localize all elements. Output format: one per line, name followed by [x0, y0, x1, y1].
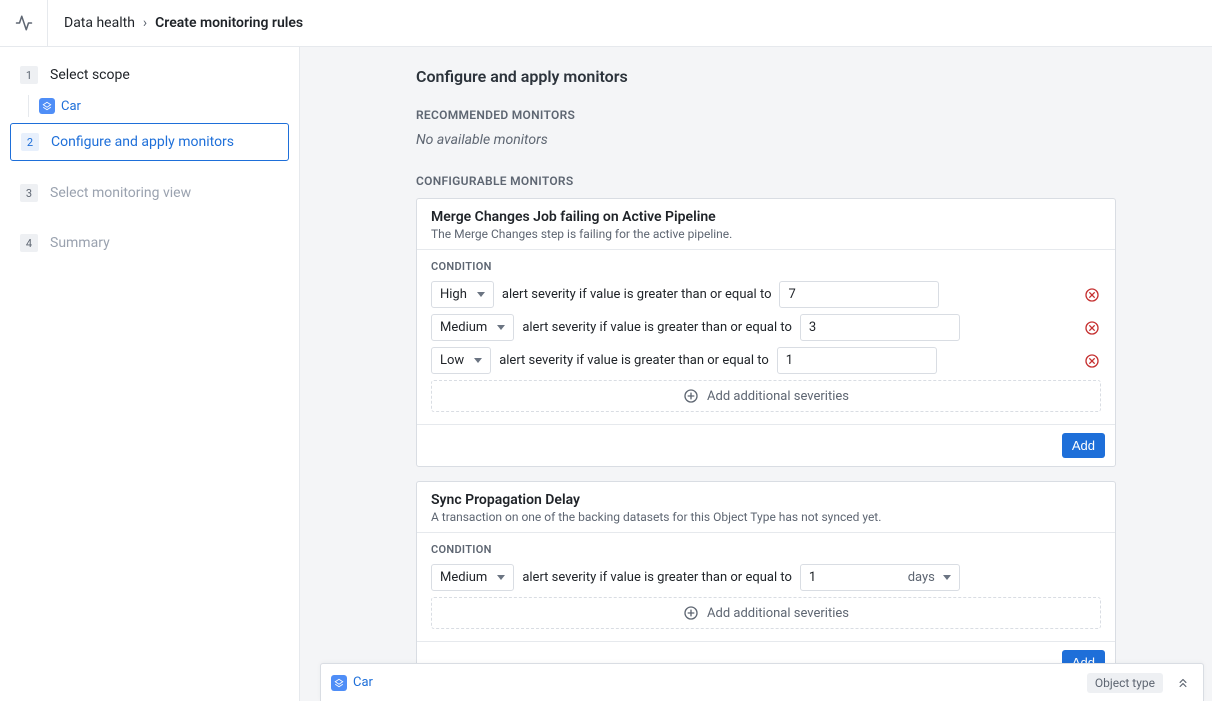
threshold-input[interactable]: 7	[779, 281, 939, 308]
monitor-card: Merge Changes Job failing on Active Pipe…	[416, 198, 1116, 467]
condition-label: CONDITION	[431, 543, 1101, 556]
unit-select[interactable]: days	[908, 570, 951, 585]
selection-type-badge: Object type	[1087, 673, 1163, 693]
monitor-description: A transaction on one of the backing data…	[431, 510, 1101, 524]
configurable-section-label: CONFIGURABLE MONITORS	[416, 174, 1116, 188]
chevron-right-icon: ›	[143, 15, 147, 31]
recommended-section-label: RECOMMENDED MONITORS	[416, 108, 1116, 122]
add-monitor-button[interactable]: Add	[1062, 433, 1105, 458]
step-number: 3	[20, 184, 38, 202]
step-number: 1	[20, 66, 38, 84]
severity-value: High	[440, 287, 467, 302]
add-severities-label: Add additional severities	[707, 606, 849, 621]
step-select-view[interactable]: 3 Select monitoring view	[10, 175, 289, 211]
expand-panel-button[interactable]	[1173, 673, 1193, 693]
severity-select[interactable]: Low	[431, 347, 491, 374]
remove-condition-button[interactable]	[1083, 352, 1101, 370]
threshold-input[interactable]: 1 days	[800, 564, 960, 591]
scope-item-label: Car	[61, 99, 81, 114]
wizard-stepper: 1 Select scope Car 2 Configure and apply…	[0, 47, 300, 701]
severity-value: Medium	[440, 570, 487, 585]
condition-label: CONDITION	[431, 260, 1101, 273]
remove-condition-button[interactable]	[1083, 286, 1101, 304]
chevron-down-icon	[474, 358, 482, 363]
monitor-card: Sync Propagation Delay A transaction on …	[416, 481, 1116, 684]
step-summary[interactable]: 4 Summary	[10, 225, 289, 261]
severity-select[interactable]: High	[431, 281, 494, 308]
step-number: 4	[20, 234, 38, 252]
app-header: Data health › Create monitoring rules	[0, 0, 1212, 47]
selection-summary-panel: Car Object type	[320, 663, 1204, 701]
condition-row: Low alert severity if value is greater t…	[431, 347, 1101, 374]
selection-item-label[interactable]: Car	[353, 675, 373, 690]
step-select-scope[interactable]: 1 Select scope	[10, 57, 289, 93]
monitor-description: The Merge Changes step is failing for th…	[431, 227, 1101, 241]
threshold-value: 1	[809, 570, 816, 585]
chevron-down-icon	[943, 575, 951, 580]
severity-select[interactable]: Medium	[431, 314, 514, 341]
add-severities-button[interactable]: Add additional severities	[431, 380, 1101, 412]
condition-row: High alert severity if value is greater …	[431, 281, 1101, 308]
threshold-input[interactable]: 3	[800, 314, 960, 341]
condition-row: Medium alert severity if value is greate…	[431, 564, 1101, 591]
monitor-title: Sync Propagation Delay	[431, 492, 1101, 508]
chevron-down-icon	[497, 325, 505, 330]
unit-value: days	[908, 570, 935, 585]
step-label: Select scope	[50, 67, 130, 83]
step-label: Summary	[50, 235, 110, 251]
threshold-value: 7	[788, 287, 795, 302]
remove-condition-button[interactable]	[1083, 319, 1101, 337]
condition-text: alert severity if value is greater than …	[522, 570, 792, 585]
threshold-value: 3	[809, 320, 816, 335]
severity-value: Medium	[440, 320, 487, 335]
step-label: Select monitoring view	[50, 185, 191, 201]
threshold-input[interactable]: 1	[777, 347, 937, 374]
object-type-icon	[39, 98, 55, 114]
add-severities-label: Add additional severities	[707, 389, 849, 404]
step-number: 2	[21, 133, 39, 151]
condition-row: Medium alert severity if value is greate…	[431, 314, 1101, 341]
breadcrumb-root[interactable]: Data health	[64, 15, 135, 31]
breadcrumb-current: Create monitoring rules	[155, 15, 303, 31]
object-type-icon	[331, 675, 347, 691]
condition-text: alert severity if value is greater than …	[499, 353, 769, 368]
severity-value: Low	[440, 353, 464, 368]
severity-select[interactable]: Medium	[431, 564, 514, 591]
condition-text: alert severity if value is greater than …	[522, 320, 792, 335]
scope-item[interactable]: Car	[37, 95, 289, 117]
threshold-value: 1	[786, 353, 793, 368]
no-available-text: No available monitors	[416, 132, 1116, 148]
main-content: Configure and apply monitors RECOMMENDED…	[300, 47, 1212, 701]
add-severities-button[interactable]: Add additional severities	[431, 597, 1101, 629]
chevron-down-icon	[477, 292, 485, 297]
monitor-title: Merge Changes Job failing on Active Pipe…	[431, 209, 1101, 225]
condition-text: alert severity if value is greater than …	[502, 287, 772, 302]
breadcrumb: Data health › Create monitoring rules	[48, 15, 303, 31]
step-configure-monitors[interactable]: 2 Configure and apply monitors	[10, 123, 289, 161]
page-title: Configure and apply monitors	[416, 67, 1116, 86]
chevron-down-icon	[497, 575, 505, 580]
app-icon	[0, 0, 48, 46]
step-label: Configure and apply monitors	[51, 134, 234, 150]
